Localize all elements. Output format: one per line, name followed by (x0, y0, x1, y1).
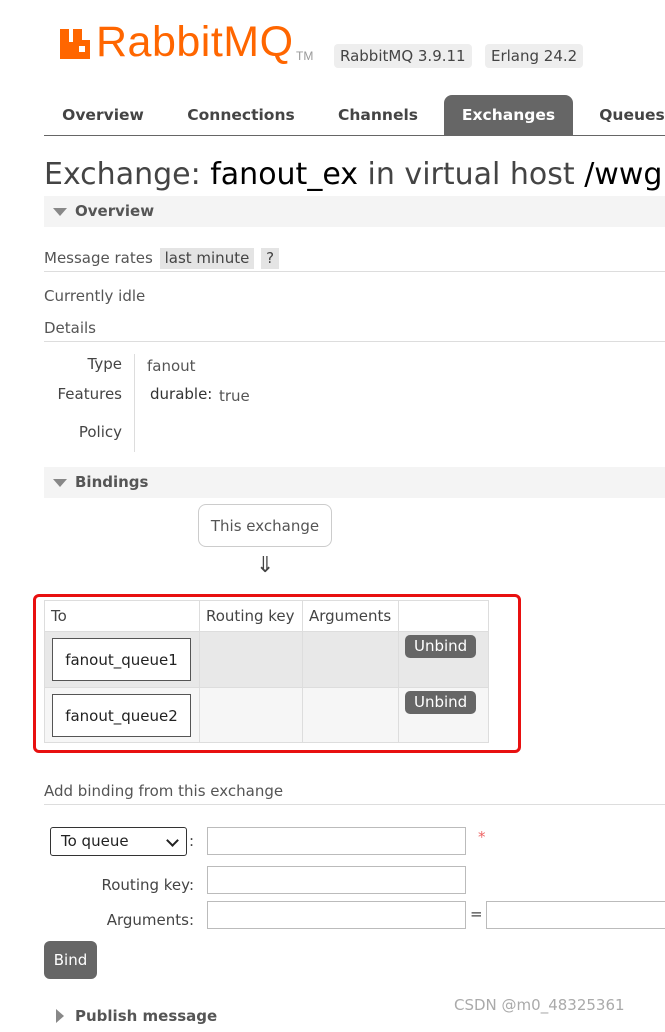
routing-key-cell (199, 631, 303, 688)
title-prefix: Exchange: (44, 157, 211, 192)
tab-exchanges[interactable]: Exchanges (444, 95, 573, 135)
logo-trademark: TM (296, 49, 314, 63)
policy-label: Policy (78, 423, 122, 441)
vhost-name: /wwg (584, 157, 663, 192)
help-button[interactable]: ? (261, 248, 280, 269)
queue-link[interactable]: fanout_queue1 (52, 638, 191, 681)
message-rates-label: Message rates (44, 249, 153, 267)
table-header-row: To Routing key Arguments (44, 600, 489, 632)
collapse-triangle-icon (53, 208, 67, 216)
arguments-cell (302, 687, 399, 743)
title-middle: in virtual host (358, 157, 585, 192)
queue-link[interactable]: fanout_queue2 (52, 694, 191, 737)
arguments-label: Arguments: (106, 911, 194, 929)
message-rates-period[interactable]: last minute (159, 248, 255, 269)
column-header-actions (398, 600, 489, 632)
features-label: Features (57, 385, 123, 403)
exchange-name: fanout_ex (210, 157, 359, 192)
add-binding-header: Add binding from this exchange (44, 779, 665, 805)
routing-key-label: Routing key: (101, 876, 195, 894)
details-label: Details (44, 319, 97, 337)
erlang-version-badge: Erlang 24.2 (485, 44, 584, 68)
details-header: Details (44, 316, 665, 342)
this-exchange-box: This exchange (198, 504, 332, 547)
overview-section-toggle[interactable]: Overview (44, 196, 665, 227)
expand-triangle-icon (56, 1009, 64, 1023)
bindings-section-toggle[interactable]: Bindings (44, 467, 665, 498)
page-title: Exchange: fanout_ex in virtual host /wwg (44, 157, 662, 192)
logo-text: RabbitMQ (96, 18, 294, 66)
down-double-arrow-icon: ⇓ (256, 553, 275, 578)
column-header-arguments: Arguments (302, 600, 399, 632)
durable-label: durable: (150, 385, 213, 403)
column-header-routing-key: Routing key (199, 600, 303, 632)
argument-key-input[interactable] (207, 901, 466, 929)
action-cell: Unbind (398, 687, 489, 743)
overview-section-label: Overview (75, 202, 155, 220)
rabbitmq-version-badge: RabbitMQ 3.9.11 (334, 44, 472, 68)
details-divider (134, 354, 135, 452)
bindings-section-label: Bindings (75, 473, 149, 491)
type-label: Type (87, 355, 122, 373)
tab-channels[interactable]: Channels (320, 95, 436, 135)
add-binding-title: Add binding from this exchange (44, 782, 284, 800)
table-row: fanout_queue2 Unbind (44, 687, 489, 743)
collapse-triangle-icon (53, 479, 67, 487)
main-nav-tabs: Overview Connections Channels Exchanges … (44, 95, 665, 136)
chevron-down-icon (166, 834, 179, 847)
equals-sign: = (470, 905, 483, 923)
durable-value: true (219, 387, 250, 405)
tab-queues[interactable]: Queues (587, 95, 665, 135)
destination-type-select[interactable]: To queue (50, 827, 187, 856)
arguments-cell (302, 631, 399, 688)
type-value: fanout (147, 357, 196, 375)
binding-destination-cell: fanout_queue2 (44, 687, 200, 743)
table-row: fanout_queue1 Unbind (44, 631, 489, 688)
publish-message-label: Publish message (75, 1007, 218, 1025)
tab-connections[interactable]: Connections (175, 95, 307, 135)
destination-name-input[interactable] (207, 827, 466, 855)
idle-status: Currently idle (44, 287, 146, 305)
binding-destination-cell: fanout_queue1 (44, 631, 200, 688)
destination-colon: : (189, 832, 195, 850)
action-cell: Unbind (398, 631, 489, 688)
bind-button[interactable]: Bind (44, 941, 97, 979)
argument-value-input[interactable] (486, 901, 665, 929)
rabbit-logo-icon (60, 29, 90, 59)
bindings-table: To Routing key Arguments fanout_queue1 U… (44, 600, 489, 743)
message-rates-header: Message rates last minute ? (44, 246, 665, 272)
watermark: CSDN @m0_48325361 (454, 996, 625, 1014)
column-header-to: To (44, 600, 200, 632)
unbind-button[interactable]: Unbind (405, 635, 477, 658)
required-marker: * (478, 828, 486, 846)
destination-type-value: To queue (61, 832, 129, 850)
tab-overview[interactable]: Overview (44, 95, 162, 135)
unbind-button[interactable]: Unbind (405, 691, 477, 714)
routing-key-cell (199, 687, 303, 743)
routing-key-input[interactable] (207, 866, 466, 894)
